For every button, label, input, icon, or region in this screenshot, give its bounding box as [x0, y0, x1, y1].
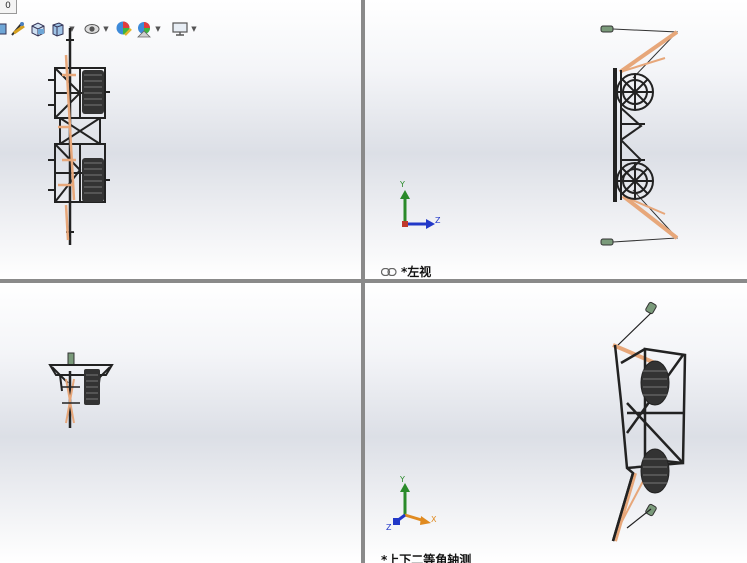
axis-z-label: Z	[435, 216, 441, 225]
robot-model-isometric-view[interactable]	[365, 283, 747, 563]
robot-model-left-view[interactable]	[365, 0, 747, 279]
viewport-bottom-right[interactable]: Y X Z *上下二等角轴测	[365, 283, 747, 563]
axis-y-label: Y	[400, 475, 405, 484]
view-name-text: *左视	[401, 265, 432, 279]
viewport-bottom-left[interactable]	[0, 283, 361, 563]
link-view-icon[interactable]	[381, 267, 397, 276]
view-name-label: *上下二等角轴测	[381, 551, 471, 563]
robot-model-front-view[interactable]	[0, 283, 361, 563]
view-name-text: *上下二等角轴测	[381, 553, 472, 563]
axis-z-label: Z	[386, 523, 392, 532]
view-name-label: *左视	[381, 263, 431, 279]
axis-y-label: Y	[400, 180, 405, 189]
axis-x-label: X	[431, 515, 437, 524]
robot-model-top-view[interactable]	[0, 0, 361, 279]
viewport-top-left[interactable]: 0 ▼ ▼ ▼ ▼	[0, 0, 361, 279]
viewport-top-right[interactable]: Y Z *左视	[365, 0, 747, 279]
